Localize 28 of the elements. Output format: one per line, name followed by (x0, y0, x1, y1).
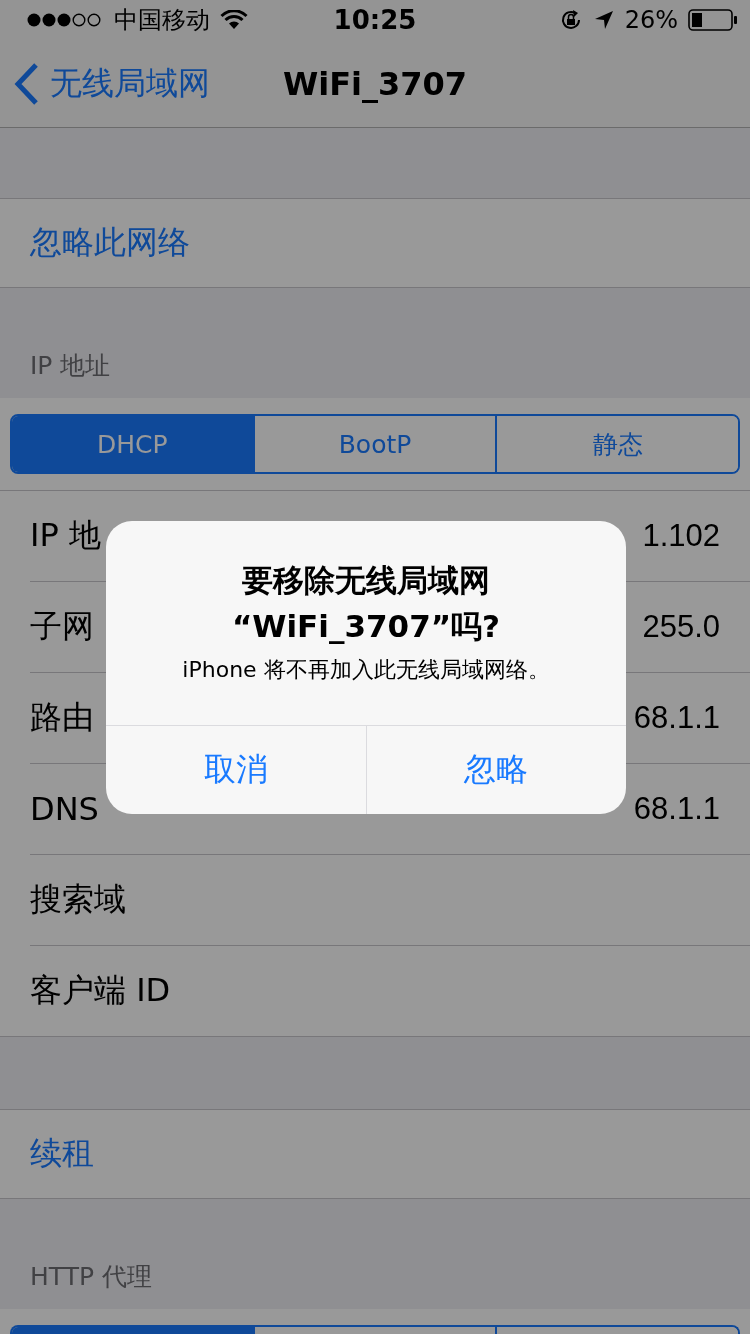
row-label: DNS (30, 790, 99, 828)
row-label: 子网 (30, 606, 94, 647)
section-header: HTTP 代理 (30, 1261, 152, 1293)
row-value: 68.1.1 (633, 700, 720, 736)
segment-tab[interactable] (12, 1327, 253, 1334)
alert-title: 要移除无线局域网 “WiFi_3707”吗? (230, 561, 502, 646)
alert-button[interactable]: 忽略 (365, 726, 626, 814)
carrier-name: 中国移动 (114, 5, 210, 36)
row-value: 1.102 (642, 518, 720, 554)
alert-message: iPhone 将不再加入此无线局域网络。 (181, 656, 551, 684)
back-chevron-icon (14, 61, 40, 106)
row-value: 255.0 (642, 609, 720, 645)
segment-tab[interactable]: DHCP (12, 416, 253, 472)
segment-tab[interactable]: 静态 (495, 416, 738, 472)
wifi-icon (220, 10, 248, 30)
clock-time: 10:25 (333, 5, 417, 35)
section-header: IP 地址 (30, 350, 111, 382)
row-label: IP 地 (30, 515, 101, 556)
segment-tab[interactable] (495, 1327, 738, 1334)
row-label: 搜索域 (30, 879, 126, 920)
alert-button[interactable]: 取消 (106, 726, 366, 814)
battery-percent: 26% (624, 6, 678, 34)
nav-title: WiFi_3707 (282, 64, 468, 103)
row-label: 路由 (30, 697, 94, 738)
row-value: 68.1.1 (633, 791, 720, 827)
row-label: 客户端 ID (30, 970, 171, 1011)
back-button[interactable]: 无线局域网 (14, 61, 210, 106)
battery-icon (688, 9, 738, 31)
